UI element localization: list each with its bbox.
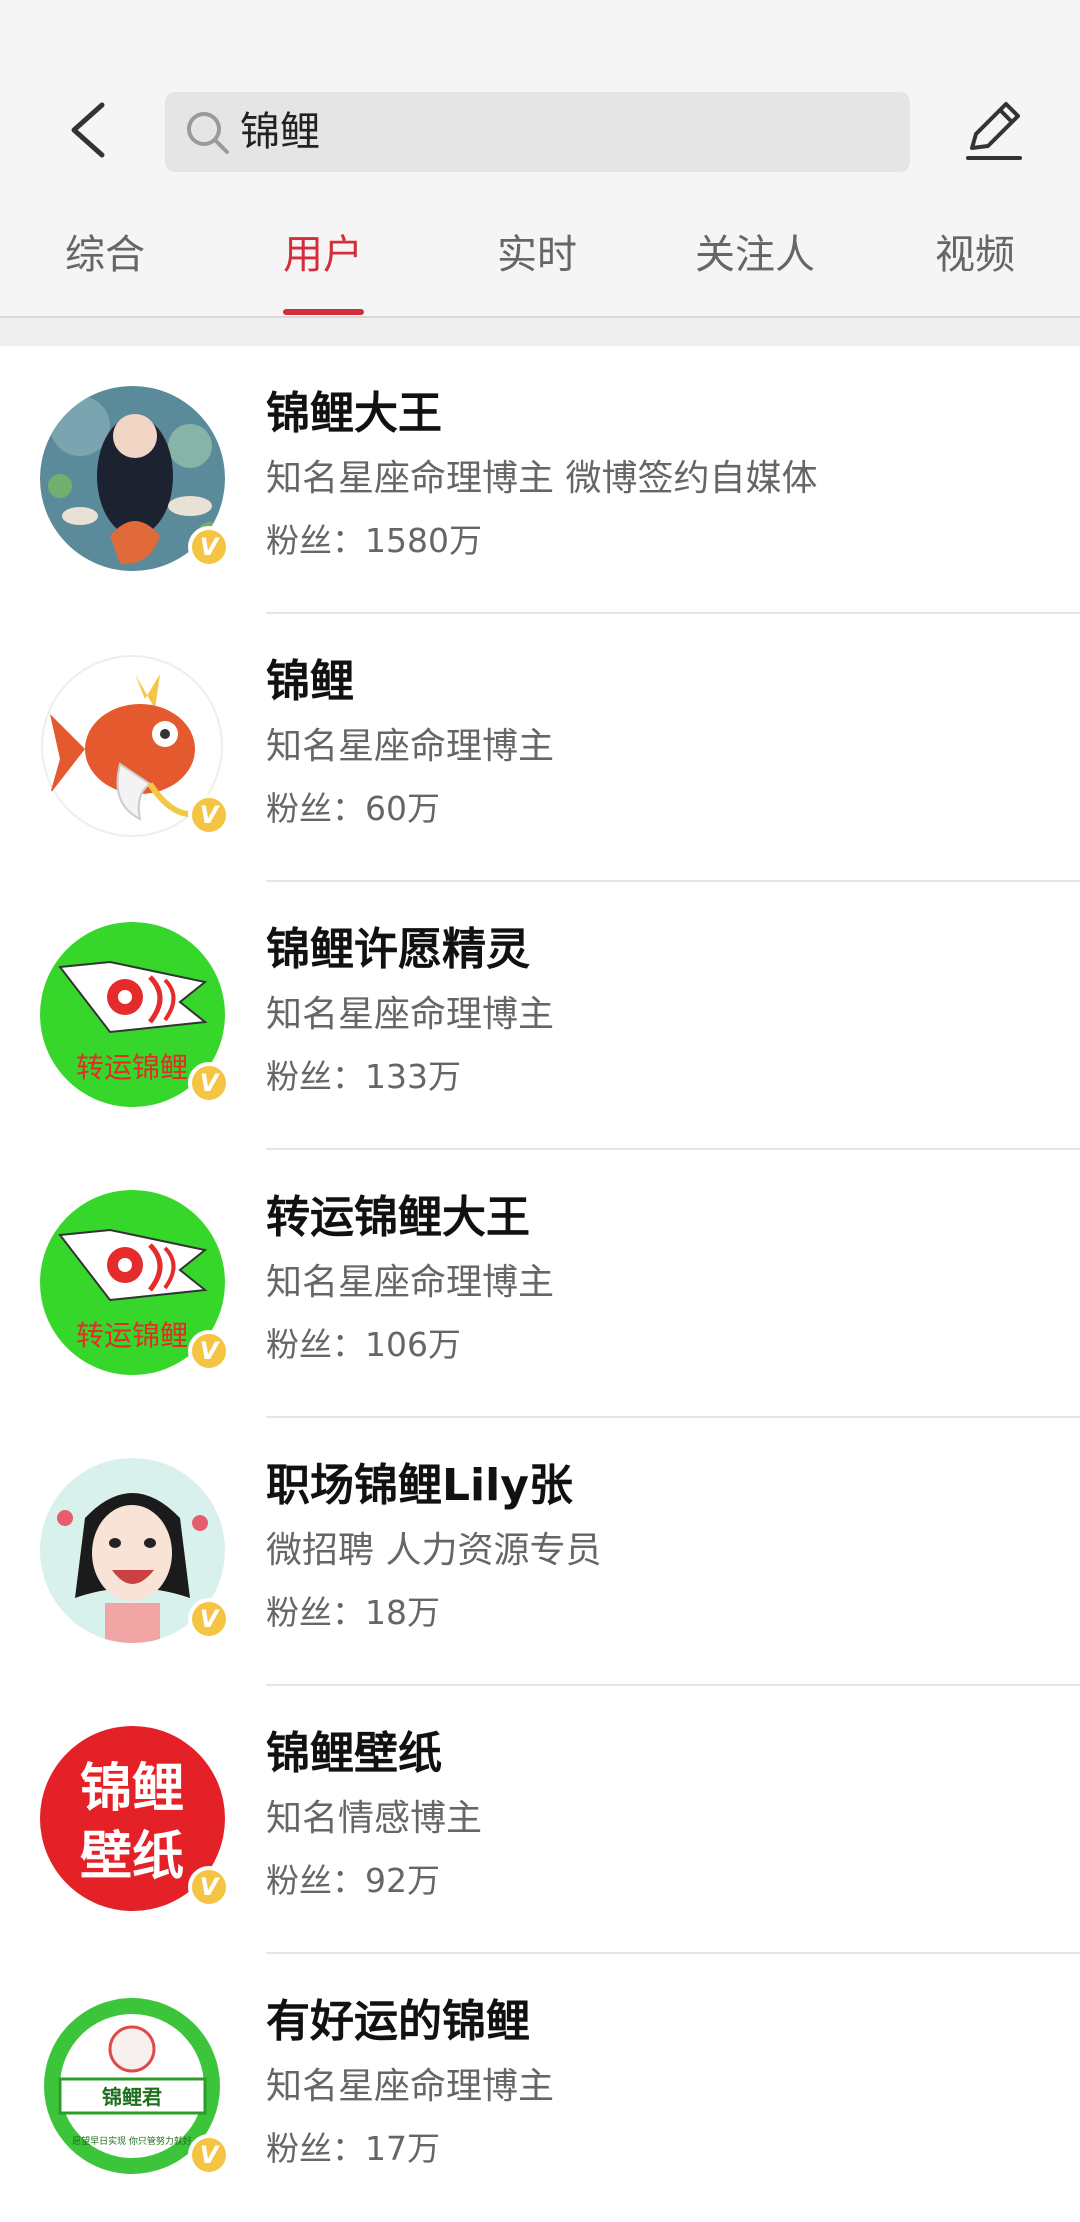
verified-badge-icon: V	[188, 526, 230, 568]
user-description: 微招聘 人力资源专员	[266, 1530, 602, 1571]
user-description: 知名星座命理博主 微博签约自媒体	[266, 458, 818, 499]
avatar-text: 锦鲤	[80, 1759, 184, 1819]
user-row[interactable]: 锦鲤君 愿望早日实现 你只管努力就好 V 有好运的锦鲤 知名星座命理博主 粉丝：…	[0, 1954, 1080, 2222]
tab-realtime[interactable]: 实时	[472, 220, 602, 316]
verified-badge-icon: V	[188, 2134, 230, 2176]
user-row[interactable]: 转运锦鲤 V 锦鲤许愿精灵 知名星座命理博主 粉丝：133万	[0, 882, 1080, 1150]
user-row[interactable]: V 职场锦鲤Lily张 微招聘 人力资源专员 粉丝：18万	[0, 1418, 1080, 1686]
user-list: V 锦鲤大王 知名星座命理博主 微博签约自媒体 粉丝：1580万 V 锦鲤 知名…	[0, 346, 1080, 2222]
user-followers: 粉丝：18万	[266, 1593, 440, 1632]
user-row[interactable]: V 锦鲤 知名星座命理博主 粉丝：60万	[0, 614, 1080, 882]
user-row[interactable]: 转运锦鲤 V 转运锦鲤大王 知名星座命理博主 粉丝：106万	[0, 1150, 1080, 1418]
user-followers: 粉丝：106万	[266, 1325, 461, 1364]
user-description: 知名星座命理博主	[266, 2066, 555, 2107]
user-name[interactable]: 转运锦鲤大王	[266, 1190, 530, 1246]
user-description: 知名星座命理博主	[266, 994, 555, 1035]
search-header: 锦鲤 综合 用户 实时 关注人 视频	[0, 0, 1080, 316]
search-input[interactable]: 锦鲤	[165, 92, 910, 172]
search-tabs: 综合 用户 实时 关注人 视频	[0, 220, 1080, 316]
avatar-text: 转运锦鲤	[76, 1319, 188, 1352]
section-gap	[0, 318, 1080, 346]
verified-badge-icon: V	[188, 1062, 230, 1104]
user-followers: 粉丝：1580万	[266, 521, 482, 560]
avatar-text: 锦鲤君	[102, 2085, 162, 2109]
verified-badge-icon: V	[188, 1866, 230, 1908]
search-query: 锦鲤	[240, 109, 320, 155]
user-followers: 粉丝：133万	[266, 1057, 461, 1096]
avatar-text: 壁纸	[80, 1827, 184, 1887]
user-followers: 粉丝：17万	[266, 2129, 440, 2168]
user-description: 知名星座命理博主	[266, 1262, 555, 1303]
user-row[interactable]: V 锦鲤大王 知名星座命理博主 微博签约自媒体 粉丝：1580万	[0, 346, 1080, 614]
tab-all[interactable]: 综合	[40, 220, 170, 316]
user-name[interactable]: 锦鲤	[266, 654, 354, 710]
avatar-text: 转运锦鲤	[76, 1051, 188, 1084]
verified-badge-icon: V	[188, 1598, 230, 1640]
search-icon	[187, 112, 229, 154]
user-followers: 粉丝：92万	[266, 1861, 440, 1900]
user-name[interactable]: 职场锦鲤Lily张	[266, 1458, 573, 1514]
back-arrow-icon[interactable]	[62, 100, 116, 160]
tab-video[interactable]: 视频	[910, 220, 1040, 316]
user-name[interactable]: 锦鲤许愿精灵	[266, 922, 530, 978]
user-name[interactable]: 锦鲤大王	[266, 386, 442, 442]
user-description: 知名情感博主	[266, 1798, 483, 1839]
user-followers: 粉丝：60万	[266, 789, 440, 828]
edit-icon[interactable]	[962, 96, 1024, 162]
verified-badge-icon: V	[188, 794, 230, 836]
user-name[interactable]: 有好运的锦鲤	[266, 1994, 530, 2050]
tab-following[interactable]: 关注人	[680, 220, 830, 316]
tab-users[interactable]: 用户	[258, 220, 388, 316]
avatar-subtext: 愿望早日实现 你只管努力就好	[72, 2135, 192, 2147]
active-tab-indicator	[283, 309, 364, 315]
user-row[interactable]: 锦鲤 壁纸 V 锦鲤壁纸 知名情感博主 粉丝：92万	[0, 1686, 1080, 1954]
verified-badge-icon: V	[188, 1330, 230, 1372]
user-description: 知名星座命理博主	[266, 726, 555, 767]
user-name[interactable]: 锦鲤壁纸	[266, 1726, 442, 1782]
